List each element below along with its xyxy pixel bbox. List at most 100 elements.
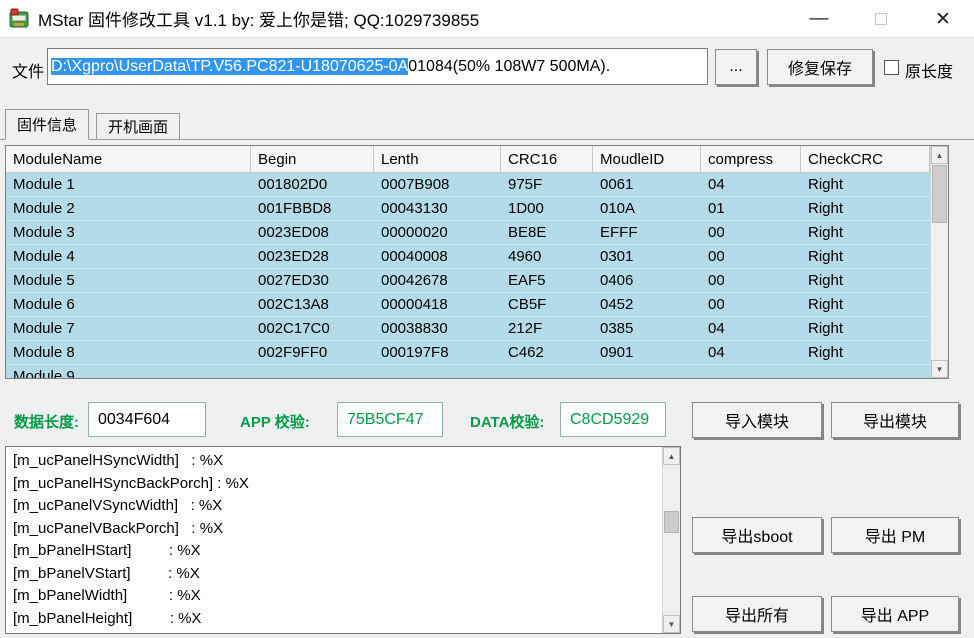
table-cell: 00000418 (374, 293, 501, 316)
table-cell: 975F (501, 173, 593, 196)
column-header-crc16[interactable]: CRC16 (501, 146, 593, 172)
original-length-checkbox[interactable] (884, 60, 899, 75)
tab-boot-screen[interactable]: 开机画面 (96, 113, 180, 140)
table-cell: 04 (701, 341, 801, 364)
table-cell: 001802D0 (251, 173, 374, 196)
table-cell: 0452 (593, 293, 701, 316)
file-label: 文件 (12, 58, 44, 82)
tab-firmware-info[interactable]: 固件信息 (5, 109, 89, 140)
table-cell: 002C13A8 (251, 293, 374, 316)
table-cell: 0385 (593, 317, 701, 340)
maximize-button[interactable] (850, 0, 912, 38)
table-cell: 001FBBD8 (251, 197, 374, 220)
log-line: [m_bPanelHStart] : %X (13, 540, 662, 563)
table-row[interactable]: Module 40023ED28000400084960030100Right (6, 245, 930, 269)
table-cell: EAF5 (501, 269, 593, 292)
scroll-up-icon[interactable]: ▲ (931, 146, 948, 164)
log-line: [m_ucPanelVSyncWidth] : %X (13, 495, 662, 518)
table-cell: 00 (701, 269, 801, 292)
export-module-button[interactable]: 导出模块 (831, 402, 959, 438)
export-all-button[interactable]: 导出所有 (692, 596, 822, 632)
column-header-compress[interactable]: compress (701, 146, 801, 172)
column-header-moudleid[interactable]: MoudleID (593, 146, 701, 172)
table-cell: EFFF (593, 221, 701, 244)
table-row[interactable]: Module 7002C17C000038830212F038504Right (6, 317, 930, 341)
column-header-lenth[interactable]: Lenth (374, 146, 501, 172)
table-cell: Right (801, 173, 930, 196)
log-frame[interactable]: [m_ucPanelHSyncWidth] : %X[m_ucPanelHSyn… (5, 446, 681, 634)
close-button[interactable]: ✕ (912, 0, 974, 38)
column-header-modulename[interactable]: ModuleName (6, 146, 251, 172)
column-header-checkcrc[interactable]: CheckCRC (801, 146, 930, 172)
app-checksum-label: APP 校验: (240, 411, 310, 432)
log-line: [m_bPanelWidth] : %X (13, 585, 662, 608)
export-sboot-button[interactable]: 导出sboot (692, 517, 822, 553)
table-cell: 0406 (593, 269, 701, 292)
log-scrollbar-thumb[interactable] (664, 511, 679, 533)
table-row[interactable]: Module 9 (6, 365, 930, 378)
table-cell: 01 (701, 197, 801, 220)
table-cell: 002C17C0 (251, 317, 374, 340)
table-cell: 0023ED08 (251, 221, 374, 244)
data-checksum-value[interactable]: C8CD5929 (560, 402, 666, 437)
table-cell: 00038830 (374, 317, 501, 340)
table-scrollbar-thumb[interactable] (932, 165, 947, 223)
table-cell: 000197F8 (374, 341, 501, 364)
table-cell: Module 3 (6, 221, 251, 244)
app-checksum-value[interactable]: 75B5CF47 (337, 402, 443, 437)
file-path-input[interactable]: D:\Xgpro\UserData\TP.V56.PC821-U18070625… (47, 48, 708, 85)
table-header-row: ModuleNameBeginLenthCRC16MoudleIDcompres… (6, 146, 948, 173)
minimize-button[interactable]: — (788, 0, 850, 38)
table-cell: 04 (701, 317, 801, 340)
browse-button[interactable]: ... (715, 49, 757, 85)
table-cell: Module 2 (6, 197, 251, 220)
column-header-begin[interactable]: Begin (251, 146, 374, 172)
table-cell: 00042678 (374, 269, 501, 292)
scroll-down-icon[interactable]: ▼ (663, 615, 680, 633)
titlebar: MStar 固件修改工具 v1.1 by: 爱上你是错; QQ:10297398… (0, 0, 974, 38)
table-cell: Right (801, 197, 930, 220)
table-cell: CB5F (501, 293, 593, 316)
export-app-button[interactable]: 导出 APP (831, 596, 959, 632)
table-cell (374, 365, 501, 378)
table-row[interactable]: Module 6002C13A800000418CB5F045200Right (6, 293, 930, 317)
repair-save-button[interactable]: 修复保存 (767, 49, 873, 85)
table-cell (593, 365, 701, 378)
table-cell: 00 (701, 221, 801, 244)
data-length-value[interactable]: 0034F604 (88, 402, 206, 437)
table-cell: 00 (701, 245, 801, 268)
table-cell: 00000020 (374, 221, 501, 244)
table-cell: 002F9FF0 (251, 341, 374, 364)
maximize-icon (875, 13, 887, 25)
table-cell: 0023ED28 (251, 245, 374, 268)
scroll-up-icon[interactable]: ▲ (663, 447, 680, 465)
table-cell: 4960 (501, 245, 593, 268)
table-row[interactable]: Module 1001802D00007B908975F006104Right (6, 173, 930, 197)
log-line: [m_ucPanelVBackPorch] : %X (13, 518, 662, 541)
table-cell: Right (801, 293, 930, 316)
import-module-button[interactable]: 导入模块 (692, 402, 822, 438)
table-cell: 0027ED30 (251, 269, 374, 292)
table-row[interactable]: Module 50027ED3000042678EAF5040600Right (6, 269, 930, 293)
table-cell: Module 8 (6, 341, 251, 364)
window-title: MStar 固件修改工具 v1.1 by: 爱上你是错; QQ:10297398… (38, 6, 479, 31)
table-cell: 00043130 (374, 197, 501, 220)
file-path-selected-text: D:\Xgpro\UserData\TP.V56.PC821-U18070625… (51, 58, 408, 75)
window-controls: — ✕ (788, 0, 974, 38)
table-scrollbar[interactable]: ▲ ▼ (930, 146, 948, 378)
table-row[interactable]: Module 8002F9FF0000197F8C462090104Right (6, 341, 930, 365)
table-cell: 0301 (593, 245, 701, 268)
table-row[interactable]: Module 2001FBBD8000431301D00010A01Right (6, 197, 930, 221)
table-cell: Right (801, 341, 930, 364)
scroll-down-icon[interactable]: ▼ (931, 360, 948, 378)
module-table-body: Module 1001802D00007B908975F006104RightM… (6, 173, 930, 378)
app-icon (8, 8, 30, 30)
export-pm-button[interactable]: 导出 PM (831, 517, 959, 553)
table-cell: 0061 (593, 173, 701, 196)
table-cell (801, 365, 930, 378)
data-checksum-label: DATA校验: (470, 411, 544, 432)
log-scrollbar[interactable]: ▲ ▼ (662, 447, 680, 633)
table-row[interactable]: Module 30023ED0800000020BE8EEFFF00Right (6, 221, 930, 245)
table-cell: Right (801, 245, 930, 268)
table-cell: 010A (593, 197, 701, 220)
